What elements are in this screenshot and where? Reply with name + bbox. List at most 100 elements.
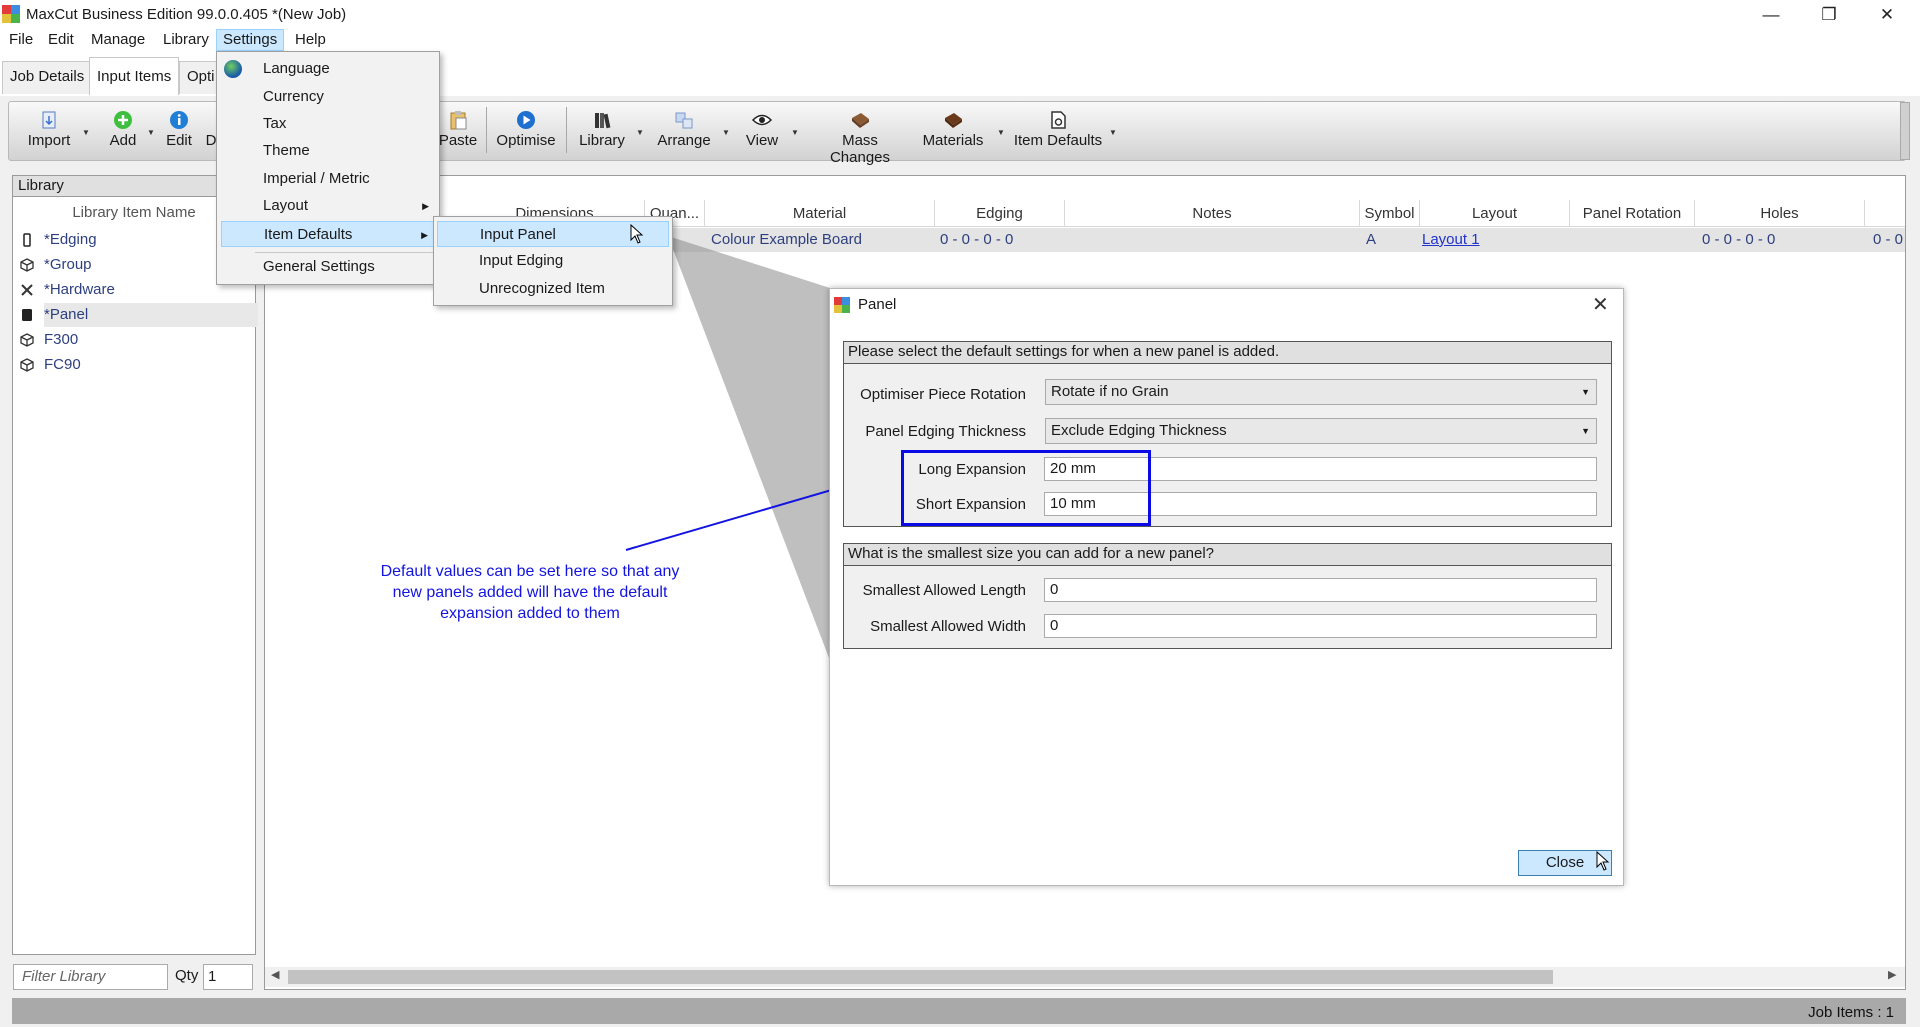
info-icon [170,111,188,129]
edging-thickness-select[interactable]: Exclude Edging Thickness ▼ [1045,418,1597,444]
import-button[interactable]: Import [22,102,76,160]
column-material[interactable]: Material [705,200,935,227]
library-item-panel[interactable]: *Panel [14,303,259,327]
cell-edging: 0 - 0 - 0 - 0 [940,231,1014,248]
edit-button[interactable]: Edit [162,102,196,160]
qty-input[interactable]: 1 [203,964,253,990]
scroll-right-arrow[interactable]: ▶ [1888,968,1896,981]
item-defaults-button[interactable]: Item Defaults [1012,102,1104,160]
arrange-icon [675,112,693,129]
column-holes[interactable]: Holes [1695,200,1865,227]
item-defaults-icon [1051,111,1066,129]
menu-item-tax[interactable]: Tax [217,111,439,137]
item-defaults-dropdown-arrow[interactable]: ▼ [1109,128,1117,137]
arrange-dropdown-arrow[interactable]: ▼ [722,128,730,137]
library-dropdown-arrow[interactable]: ▼ [636,128,644,137]
edging-thickness-label: Panel Edging Thickness [865,423,1026,440]
menu-item-item-defaults[interactable]: Item Defaults ▶ [221,221,435,247]
view-button[interactable]: View [742,102,782,160]
horizontal-scroll-thumb[interactable] [288,970,1553,984]
menu-edit[interactable]: Edit [42,30,80,52]
submenu-item-input-edging[interactable]: Input Edging [433,248,671,274]
annotation-text: Default values can be set here so that a… [380,563,680,622]
materials-dropdown-arrow[interactable]: ▼ [997,128,1005,137]
cell-layout-link[interactable]: Layout 1 [1422,228,1480,252]
menu-item-layout[interactable]: Layout ▶ [217,193,439,219]
menu-item-language[interactable]: Language [217,56,439,82]
defaults-group-header: Please select the default settings for w… [844,342,1611,364]
column-notes[interactable]: Notes [1065,200,1360,227]
menu-help[interactable]: Help [289,30,332,52]
min-width-label: Smallest Allowed Width [870,618,1026,635]
menu-item-theme[interactable]: Theme [217,138,439,164]
library-item-fc90[interactable]: FC90 [14,353,254,377]
qty-label: Qty [175,967,199,984]
cell-holes: 0 - 0 - 0 - 0 [1702,231,1776,248]
mouse-cursor-icon [630,224,644,244]
column-edging[interactable]: Edging [935,200,1065,227]
close-window-button[interactable]: ✕ [1858,0,1916,30]
tools-icon [21,284,33,296]
min-size-group-header: What is the smallest size you can add fo… [844,544,1611,566]
menu-settings[interactable]: Settings [216,29,285,51]
status-bar [12,998,1906,1024]
scroll-left-arrow[interactable]: ◀ [271,968,279,981]
rotation-label: Optimiser Piece Rotation [860,386,1026,403]
restore-button[interactable]: ❐ [1800,0,1858,30]
mouse-cursor-icon [1596,851,1610,871]
cell-extra: 0 - 0 [1873,231,1904,248]
column-layout[interactable]: Layout [1420,200,1570,227]
books-icon [595,113,611,129]
mass-changes-icon [852,113,869,128]
toolbar-scrollbar[interactable] [1900,102,1910,160]
toolbar-separator [566,107,567,153]
menu-manage[interactable]: Manage [85,30,151,52]
add-button[interactable]: Add [104,102,142,160]
optimise-button[interactable]: Optimise [494,102,558,160]
column-panel-rotation[interactable]: Panel Rotation [1570,200,1695,227]
panel-icon [22,309,32,321]
window-title: MaxCut Business Edition 99.0.0.405 *(New… [26,6,347,23]
group-icon [20,333,34,347]
cell-material: Colour Example Board [711,231,862,248]
paste-icon [450,111,467,130]
tab-job-details[interactable]: Job Details [2,61,93,94]
highlight-box [901,450,1151,526]
paste-button[interactable]: Paste [437,102,479,160]
add-icon [114,111,132,129]
menu-item-general-settings[interactable]: General Settings [217,254,439,280]
arrange-button[interactable]: Arrange [656,102,712,160]
view-dropdown-arrow[interactable]: ▼ [791,128,799,137]
group-icon [20,358,34,372]
dialog-close-icon[interactable]: ✕ [1592,292,1609,317]
app-logo-icon [834,297,850,313]
cell-symbol: A [1366,231,1377,248]
materials-icon [945,113,962,128]
tab-input-items[interactable]: Input Items [89,57,180,95]
piece-rotation-select[interactable]: Rotate if no Grain ▼ [1045,379,1597,405]
min-length-input[interactable]: 0 [1044,578,1597,602]
column-symbol[interactable]: Symbol [1360,200,1420,227]
submenu-arrow-icon: ▶ [421,230,428,240]
group-icon [20,258,34,272]
mass-changes-button[interactable]: Mass Changes [812,102,908,166]
add-dropdown-arrow[interactable]: ▼ [147,128,155,137]
submenu-item-unrecognized[interactable]: Unrecognized Item [433,276,671,302]
chevron-down-icon: ▼ [1581,426,1590,436]
menu-item-currency[interactable]: Currency [217,84,439,110]
menu-bar [0,28,1920,52]
menu-item-imperial-metric[interactable]: Imperial / Metric [217,166,439,192]
import-icon [42,111,56,129]
library-button[interactable]: Library [576,102,628,160]
menu-library[interactable]: Library [157,30,215,52]
minimize-button[interactable]: — [1742,0,1800,30]
submenu-arrow-icon: ▶ [422,201,429,211]
job-items-count: Job Items : 1 [1808,1004,1894,1021]
min-width-input[interactable]: 0 [1044,614,1597,638]
edging-icon [23,233,31,247]
filter-library-input[interactable]: Filter Library [13,964,168,990]
menu-file[interactable]: File [3,30,39,52]
library-item-f300[interactable]: F300 [14,328,254,352]
import-dropdown-arrow[interactable]: ▼ [82,128,90,137]
materials-button[interactable]: Materials [920,102,986,160]
